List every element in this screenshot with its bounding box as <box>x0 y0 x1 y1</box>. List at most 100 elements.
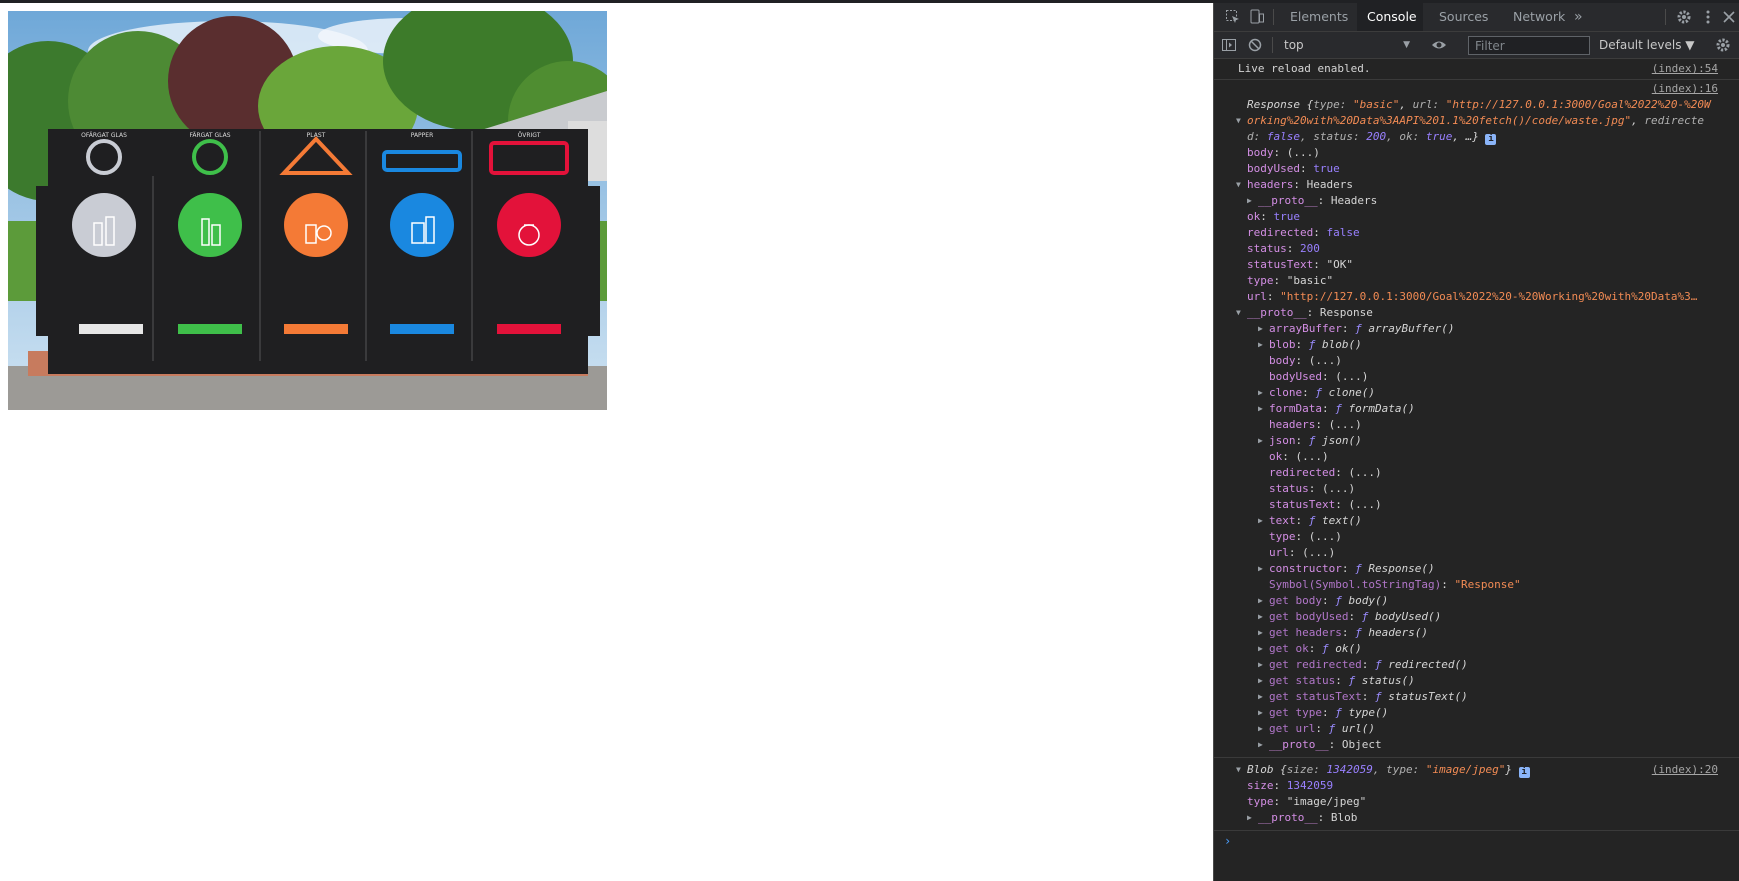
expand-triangle-icon[interactable]: ▶ <box>1258 513 1269 529</box>
inspect-icon[interactable] <box>1224 8 1242 26</box>
function-marker: ƒ <box>1335 594 1349 607</box>
expand-triangle-icon[interactable]: ▶ <box>1258 641 1269 657</box>
proto-member-row[interactable]: ▶ text: ƒ text() <box>1214 513 1739 529</box>
console-output[interactable]: Live reload enabled. (index):54 (index):… <box>1214 59 1739 881</box>
expand-triangle-icon[interactable]: ▶ <box>1258 721 1269 737</box>
property-value: (...) <box>1348 466 1382 479</box>
expand-triangle-icon[interactable]: ▶ <box>1258 705 1269 721</box>
info-icon[interactable]: i <box>1485 134 1497 145</box>
function-marker: ƒ <box>1355 626 1369 639</box>
proto-member-row[interactable]: ▶ arrayBuffer: ƒ arrayBuffer() <box>1214 321 1739 337</box>
response-summary-row[interactable]: ▼ orking%20with%20Data%3AAPI%201.1%20fetc… <box>1214 113 1739 129</box>
info-icon[interactable]: i <box>1518 767 1530 778</box>
expand-triangle-icon[interactable]: ▶ <box>1258 625 1269 641</box>
proto-member-row[interactable]: ▶ get ok: ƒ ok() <box>1214 641 1739 657</box>
expand-triangle-icon[interactable]: ▶ <box>1247 810 1258 826</box>
filter-input[interactable] <box>1468 36 1590 55</box>
property-key: url <box>1269 546 1289 559</box>
expand-triangle-icon[interactable]: ▶ <box>1258 593 1269 609</box>
expand-triangle-icon[interactable]: ▶ <box>1258 321 1269 337</box>
kebab-menu-icon[interactable] <box>1699 8 1717 26</box>
expand-triangle-icon[interactable]: ▶ <box>1258 609 1269 625</box>
expand-triangle-icon[interactable]: ▶ <box>1258 561 1269 577</box>
devtools-tabbar: Elements Console Sources Network » <box>1214 3 1739 32</box>
property-row: statusText: "OK" <box>1247 258 1353 271</box>
function-marker: ƒ <box>1361 610 1375 623</box>
console-settings-gear-icon[interactable] <box>1714 36 1732 54</box>
property-key: statusText <box>1247 258 1314 271</box>
property-key: ok <box>1269 450 1283 463</box>
property-row[interactable]: ▶ __proto__: Blob <box>1214 810 1739 826</box>
expand-triangle-icon[interactable]: ▶ <box>1258 385 1269 401</box>
property-key: formData <box>1269 402 1322 415</box>
waste-photo: OFÄRGAT GLAS FÄRGAT GLAS PLAST PAPPER ÖV… <box>8 11 607 410</box>
context-select[interactable]: top ▼ <box>1284 36 1416 54</box>
device-toggle-icon[interactable] <box>1248 8 1266 26</box>
proto-member-row[interactable]: ▶ blob: ƒ blob() <box>1214 337 1739 353</box>
expand-triangle-icon[interactable]: ▶ <box>1258 657 1269 673</box>
property-row[interactable]: ▶ __proto__: Headers <box>1214 193 1739 209</box>
property-value: Object <box>1341 738 1382 751</box>
levels-dropdown[interactable]: Default levels ▼ <box>1599 36 1695 54</box>
proto-member-row[interactable]: ▶ get statusText: ƒ statusText() <box>1214 689 1739 705</box>
proto-member-row: url: (...) <box>1269 546 1336 559</box>
tab-sources[interactable]: Sources <box>1429 3 1498 31</box>
close-icon[interactable] <box>1720 8 1738 26</box>
proto-member-row[interactable]: ▶ formData: ƒ formData() <box>1214 401 1739 417</box>
property-key: clone <box>1269 386 1303 399</box>
property-value: Headers <box>1330 194 1378 207</box>
property-value: "OK" <box>1326 258 1353 271</box>
expand-triangle-icon[interactable]: ▶ <box>1258 673 1269 689</box>
property-row: bodyUsed: true <box>1247 162 1340 175</box>
property-key: get url <box>1269 722 1316 735</box>
proto-member-row[interactable]: ▶ get status: ƒ status() <box>1214 673 1739 689</box>
blob-summary-row[interactable]: ▼ Blob {size: 1342059, type: "image/jpeg"… <box>1214 762 1739 778</box>
expand-triangle-icon[interactable]: ▶ <box>1258 737 1269 753</box>
expand-triangle-icon[interactable]: ▶ <box>1247 193 1258 209</box>
property-key: Symbol(Symbol.toStringTag) <box>1269 578 1442 591</box>
proto-member-row[interactable]: ▶ constructor: ƒ Response() <box>1214 561 1739 577</box>
expand-triangle-icon[interactable]: ▶ <box>1258 337 1269 353</box>
settings-gear-icon[interactable] <box>1675 8 1693 26</box>
proto-member-row[interactable]: ▶ get redirected: ƒ redirected() <box>1214 657 1739 673</box>
property-row[interactable]: ▼ headers: Headers <box>1214 177 1739 193</box>
expand-triangle-icon[interactable]: ▶ <box>1258 433 1269 449</box>
proto-member-row[interactable]: ▶ __proto__: Object <box>1214 737 1739 753</box>
eye-icon[interactable] <box>1430 36 1448 54</box>
function-marker: ƒ <box>1355 322 1369 335</box>
property-row[interactable]: ▼ __proto__: Response <box>1214 305 1739 321</box>
proto-member-row[interactable]: ▶ clone: ƒ clone() <box>1214 385 1739 401</box>
sidebar-toggle-icon[interactable] <box>1220 36 1238 54</box>
source-link[interactable]: (index):54 <box>1652 61 1718 77</box>
proto-member-row: bodyUsed: (...) <box>1269 370 1369 383</box>
proto-member-row[interactable]: ▶ get headers: ƒ headers() <box>1214 625 1739 641</box>
expand-triangle-icon[interactable]: ▼ <box>1236 113 1247 129</box>
summary-redirected: false <box>1266 130 1300 143</box>
proto-member-row[interactable]: ▶ json: ƒ json() <box>1214 433 1739 449</box>
function-signature: formData() <box>1348 402 1415 415</box>
function-marker: ƒ <box>1335 402 1349 415</box>
tab-elements[interactable]: Elements <box>1280 3 1358 31</box>
proto-member-row[interactable]: ▶ get url: ƒ url() <box>1214 721 1739 737</box>
function-signature: body() <box>1348 594 1389 607</box>
summary-ok: true <box>1425 130 1453 143</box>
source-link[interactable]: (index):16 <box>1652 81 1718 97</box>
expand-triangle-icon[interactable]: ▶ <box>1258 401 1269 417</box>
expand-triangle-icon[interactable]: ▼ <box>1236 762 1247 778</box>
expand-triangle-icon[interactable]: ▼ <box>1236 177 1247 193</box>
console-prompt-row[interactable]: › <box>1214 831 1739 851</box>
property-key: __proto__ <box>1269 738 1329 751</box>
more-tabs-icon[interactable]: » <box>1564 3 1593 31</box>
bin-label-ovrigt: ÖVRIGT <box>518 132 541 139</box>
proto-member-row[interactable]: ▶ get body: ƒ body() <box>1214 593 1739 609</box>
property-value: (...) <box>1322 482 1356 495</box>
expand-triangle-icon[interactable]: ▼ <box>1236 305 1247 321</box>
clear-console-icon[interactable] <box>1246 36 1264 54</box>
property-key: url <box>1247 290 1267 303</box>
tab-console[interactable]: Console <box>1357 3 1423 31</box>
source-link[interactable]: (index):20 <box>1652 762 1718 778</box>
proto-member-row[interactable]: ▶ get bodyUsed: ƒ bodyUsed() <box>1214 609 1739 625</box>
proto-member-row[interactable]: ▶ get type: ƒ type() <box>1214 705 1739 721</box>
function-marker: ƒ <box>1308 434 1322 447</box>
expand-triangle-icon[interactable]: ▶ <box>1258 689 1269 705</box>
